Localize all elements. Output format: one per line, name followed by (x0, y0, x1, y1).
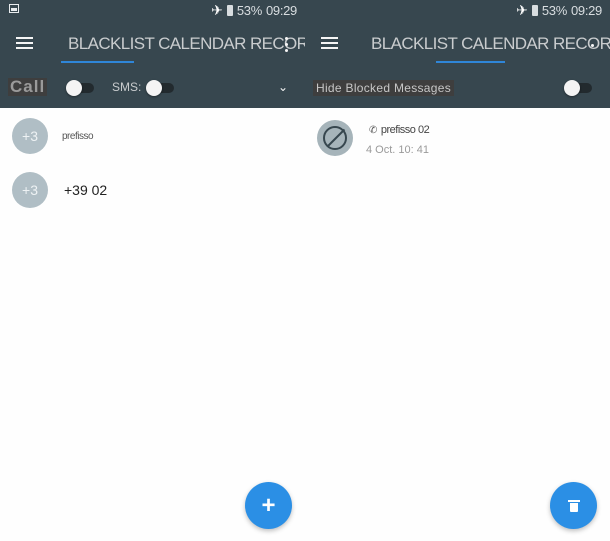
app-header: ✈ 53% 09:29 BLACKLIST CALENDAR RECORD Ca… (0, 0, 321, 108)
more-options-icon[interactable] (285, 37, 289, 52)
menu-icon[interactable] (16, 37, 33, 49)
app-title: BLACKLIST CALENDAR RECORD (371, 34, 610, 53)
tab-indicator (436, 61, 505, 63)
message-date: 4 Oct. 10: 41 (366, 144, 429, 156)
battery-percent: 53% (541, 3, 567, 18)
app-title: BLACKLIST CALENDAR RECORD (68, 34, 321, 53)
call-toggle[interactable] (66, 80, 94, 96)
message-number: prefisso 02 (380, 124, 430, 136)
status-right: ✈ 53% 09:29 (516, 2, 602, 19)
item-number: +39 02 (64, 182, 108, 198)
phone-icon: ✆ (369, 124, 377, 136)
list-item[interactable]: +3 +39 02 (0, 164, 305, 218)
blocked-icon (323, 126, 347, 150)
call-filter-label: Call (8, 77, 48, 96)
menu-icon[interactable] (321, 37, 338, 49)
blocked-avatar (317, 120, 353, 156)
trash-icon (567, 499, 580, 512)
hide-blocked-toggle[interactable] (564, 80, 592, 96)
hide-blocked-label: Hide Blocked Messages (313, 80, 455, 96)
status-bar: ✈ 53% 09:29 (0, 0, 305, 20)
blacklist-panel: ✈ 53% 09:29 BLACKLIST CALENDAR RECORD Ca… (0, 0, 321, 541)
status-bar: ✈ 53% 09:29 (305, 0, 610, 20)
delete-button[interactable] (550, 482, 597, 529)
add-button[interactable]: + (245, 482, 292, 529)
status-right: ✈ 53% 09:29 (211, 2, 297, 19)
clock: 09:29 (570, 3, 602, 18)
more-options-icon[interactable] (591, 44, 595, 47)
avatar: +3 (12, 118, 48, 154)
avatar: +3 (12, 172, 48, 208)
battery-icon (531, 5, 538, 16)
messages-panel: ✈ 53% 09:29 BLACKLIST CALENDAR RECORD Hi… (305, 0, 610, 541)
battery-icon (226, 5, 233, 16)
chevron-down-icon[interactable]: ⌄ (278, 80, 288, 94)
battery-percent: 53% (236, 3, 262, 18)
list-item[interactable]: +3 prefisso (0, 110, 305, 164)
image-notification-icon (9, 4, 19, 13)
message-title: ✆ prefisso 02 (369, 124, 430, 136)
clock: 09:29 (265, 3, 297, 18)
sms-toggle[interactable] (146, 80, 174, 96)
airplane-icon: ✈ (516, 2, 528, 18)
sms-filter-label: SMS: (112, 80, 142, 94)
app-header: ✈ 53% 09:29 BLACKLIST CALENDAR RECORD Hi… (305, 0, 610, 108)
plus-icon: + (261, 491, 276, 519)
item-number: prefisso (62, 131, 94, 142)
message-item[interactable]: ✆ prefisso 02 4 Oct. 10: 41 (305, 112, 610, 164)
airplane-icon: ✈ (211, 2, 223, 18)
tab-indicator (61, 61, 134, 63)
